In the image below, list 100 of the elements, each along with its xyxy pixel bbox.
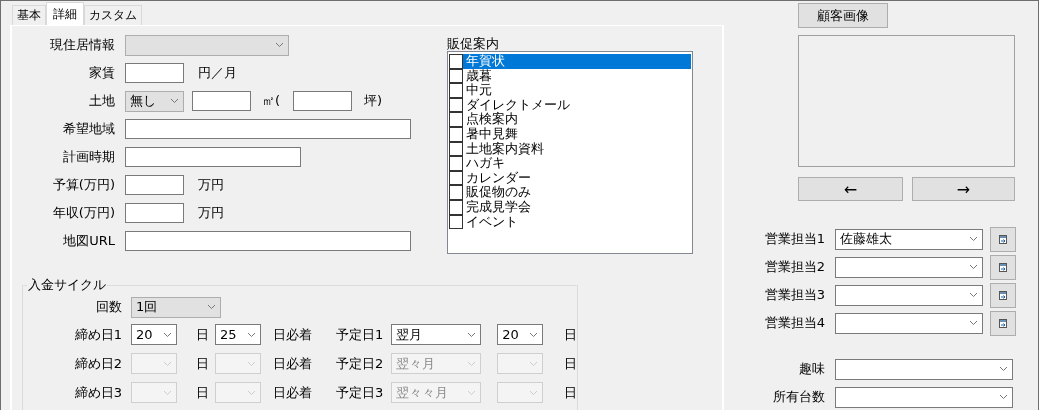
field-label: 予定日2 <box>336 354 384 373</box>
checkbox[interactable] <box>449 83 463 98</box>
assign-button[interactable] <box>990 254 1016 280</box>
field-label: 希望地域 <box>62 120 115 138</box>
dropdown[interactable]: 20 <box>497 324 544 345</box>
tab[interactable]: カスタム <box>84 5 142 25</box>
chevron-icon <box>163 331 172 338</box>
dropdown[interactable] <box>835 386 1013 408</box>
chevron-icon <box>207 304 216 310</box>
chevron-icon <box>529 360 539 367</box>
field-label: 回数 <box>95 298 122 316</box>
field-label: 地図URL <box>62 232 115 250</box>
input-field[interactable] <box>125 119 411 139</box>
input-field[interactable] <box>125 231 411 251</box>
window-icon <box>999 318 1007 328</box>
chevron-icon <box>247 331 256 338</box>
checkbox[interactable] <box>449 156 463 171</box>
dropdown[interactable] <box>835 358 1013 380</box>
dropdown[interactable]: 佐藤雄太 <box>835 228 983 250</box>
list-item[interactable]: 完成見学会 <box>463 199 691 215</box>
chevron-icon <box>467 389 477 396</box>
unit-label: 坪) <box>364 92 383 110</box>
field-label: 締め日1 <box>73 325 122 344</box>
chevron-icon <box>999 394 1008 400</box>
list-item[interactable]: イベント <box>463 214 691 230</box>
list-item[interactable]: 年賀状 <box>463 54 691 69</box>
next-button[interactable]: → <box>912 177 1015 201</box>
chevron-icon <box>163 389 172 396</box>
input-field[interactable] <box>192 91 251 111</box>
assign-button[interactable] <box>990 282 1016 308</box>
chevron-icon <box>170 98 179 104</box>
dropdown[interactable] <box>835 256 983 278</box>
field-label: 年収(万円) <box>51 204 115 222</box>
input-field[interactable] <box>125 63 184 83</box>
tab[interactable]: 詳細 <box>46 2 84 25</box>
customer-image-button[interactable]: 顧客画像 <box>798 3 888 28</box>
chevron-icon <box>529 389 539 396</box>
chevron-icon <box>999 366 1008 372</box>
list-item[interactable]: 点検案内 <box>463 112 691 127</box>
field-label: 締め日2 <box>73 354 122 373</box>
dropdown[interactable] <box>835 284 983 306</box>
field-label: 趣味 <box>798 360 825 378</box>
dropdown[interactable]: 1回 <box>131 296 221 318</box>
unit-label: 万円 <box>198 176 224 194</box>
input-field[interactable] <box>125 147 301 167</box>
assign-button[interactable] <box>990 226 1016 252</box>
list-item[interactable]: ダイレクトメール <box>463 97 691 113</box>
field-label: 家賃 <box>88 64 115 82</box>
field-label: 締め日3 <box>73 383 122 402</box>
input-field[interactable] <box>293 91 353 111</box>
chevron-icon <box>275 42 284 48</box>
unit-label: 日 <box>196 325 209 344</box>
checkbox[interactable] <box>449 112 463 127</box>
unit-label: 日 <box>196 354 209 373</box>
dropdown[interactable]: 20 <box>131 324 177 345</box>
checkbox[interactable] <box>449 185 463 200</box>
list-item[interactable]: 販促物のみ <box>463 185 691 200</box>
list-item[interactable]: 暑中見舞 <box>463 126 691 142</box>
unit-label: 日必着 <box>273 354 312 373</box>
group-title: 入金サイクル <box>27 276 107 294</box>
chevron-icon <box>163 360 172 367</box>
list-item[interactable]: ハガキ <box>463 156 691 171</box>
unit-label: 日 <box>196 383 209 402</box>
chevron-icon <box>969 292 978 298</box>
unit-label: 日必着 <box>273 383 312 402</box>
dropdown[interactable]: 翌月 <box>391 324 482 345</box>
list-item[interactable]: 土地案内資料 <box>463 141 691 157</box>
field-label: 営業担当2 <box>763 258 825 276</box>
input-field[interactable] <box>125 175 184 195</box>
unit-label: 円／月 <box>198 64 237 82</box>
chevron-icon <box>969 236 978 242</box>
field-label: 営業担当4 <box>763 314 825 332</box>
dropdown[interactable] <box>835 312 983 334</box>
window-icon <box>999 290 1007 300</box>
field-label: 営業担当1 <box>763 230 825 248</box>
dropdown[interactable]: 25 <box>215 324 261 345</box>
previous-button[interactable]: ← <box>798 177 903 201</box>
field-label: 予定日3 <box>336 383 384 402</box>
chevron-icon <box>247 360 256 367</box>
unit-label: ㎡( <box>262 92 281 110</box>
list-item[interactable]: 中元 <box>463 83 691 98</box>
unit-label: 万円 <box>198 204 224 222</box>
chevron-icon <box>969 264 978 270</box>
checkbox[interactable] <box>449 54 463 69</box>
unit-label: 日 <box>564 354 578 373</box>
list-item[interactable]: 歳暮 <box>463 68 691 84</box>
field-label: 予定日1 <box>336 325 384 344</box>
assign-button[interactable] <box>990 310 1016 336</box>
input-field[interactable] <box>125 203 184 223</box>
field-label: 所有台数 <box>772 388 825 406</box>
field-label: 営業担当3 <box>763 286 825 304</box>
chevron-icon <box>969 320 978 326</box>
tab[interactable]: 基本 <box>12 5 46 25</box>
chevron-icon <box>467 331 477 338</box>
dropdown[interactable]: 無し <box>125 90 184 112</box>
field-label: 現住居情報 <box>49 36 115 54</box>
unit-label: 日 <box>564 383 578 402</box>
field-label: 予算(万円) <box>51 176 115 194</box>
unit-label: 日必着 <box>273 325 312 344</box>
list-item[interactable]: カレンダー <box>463 170 691 186</box>
